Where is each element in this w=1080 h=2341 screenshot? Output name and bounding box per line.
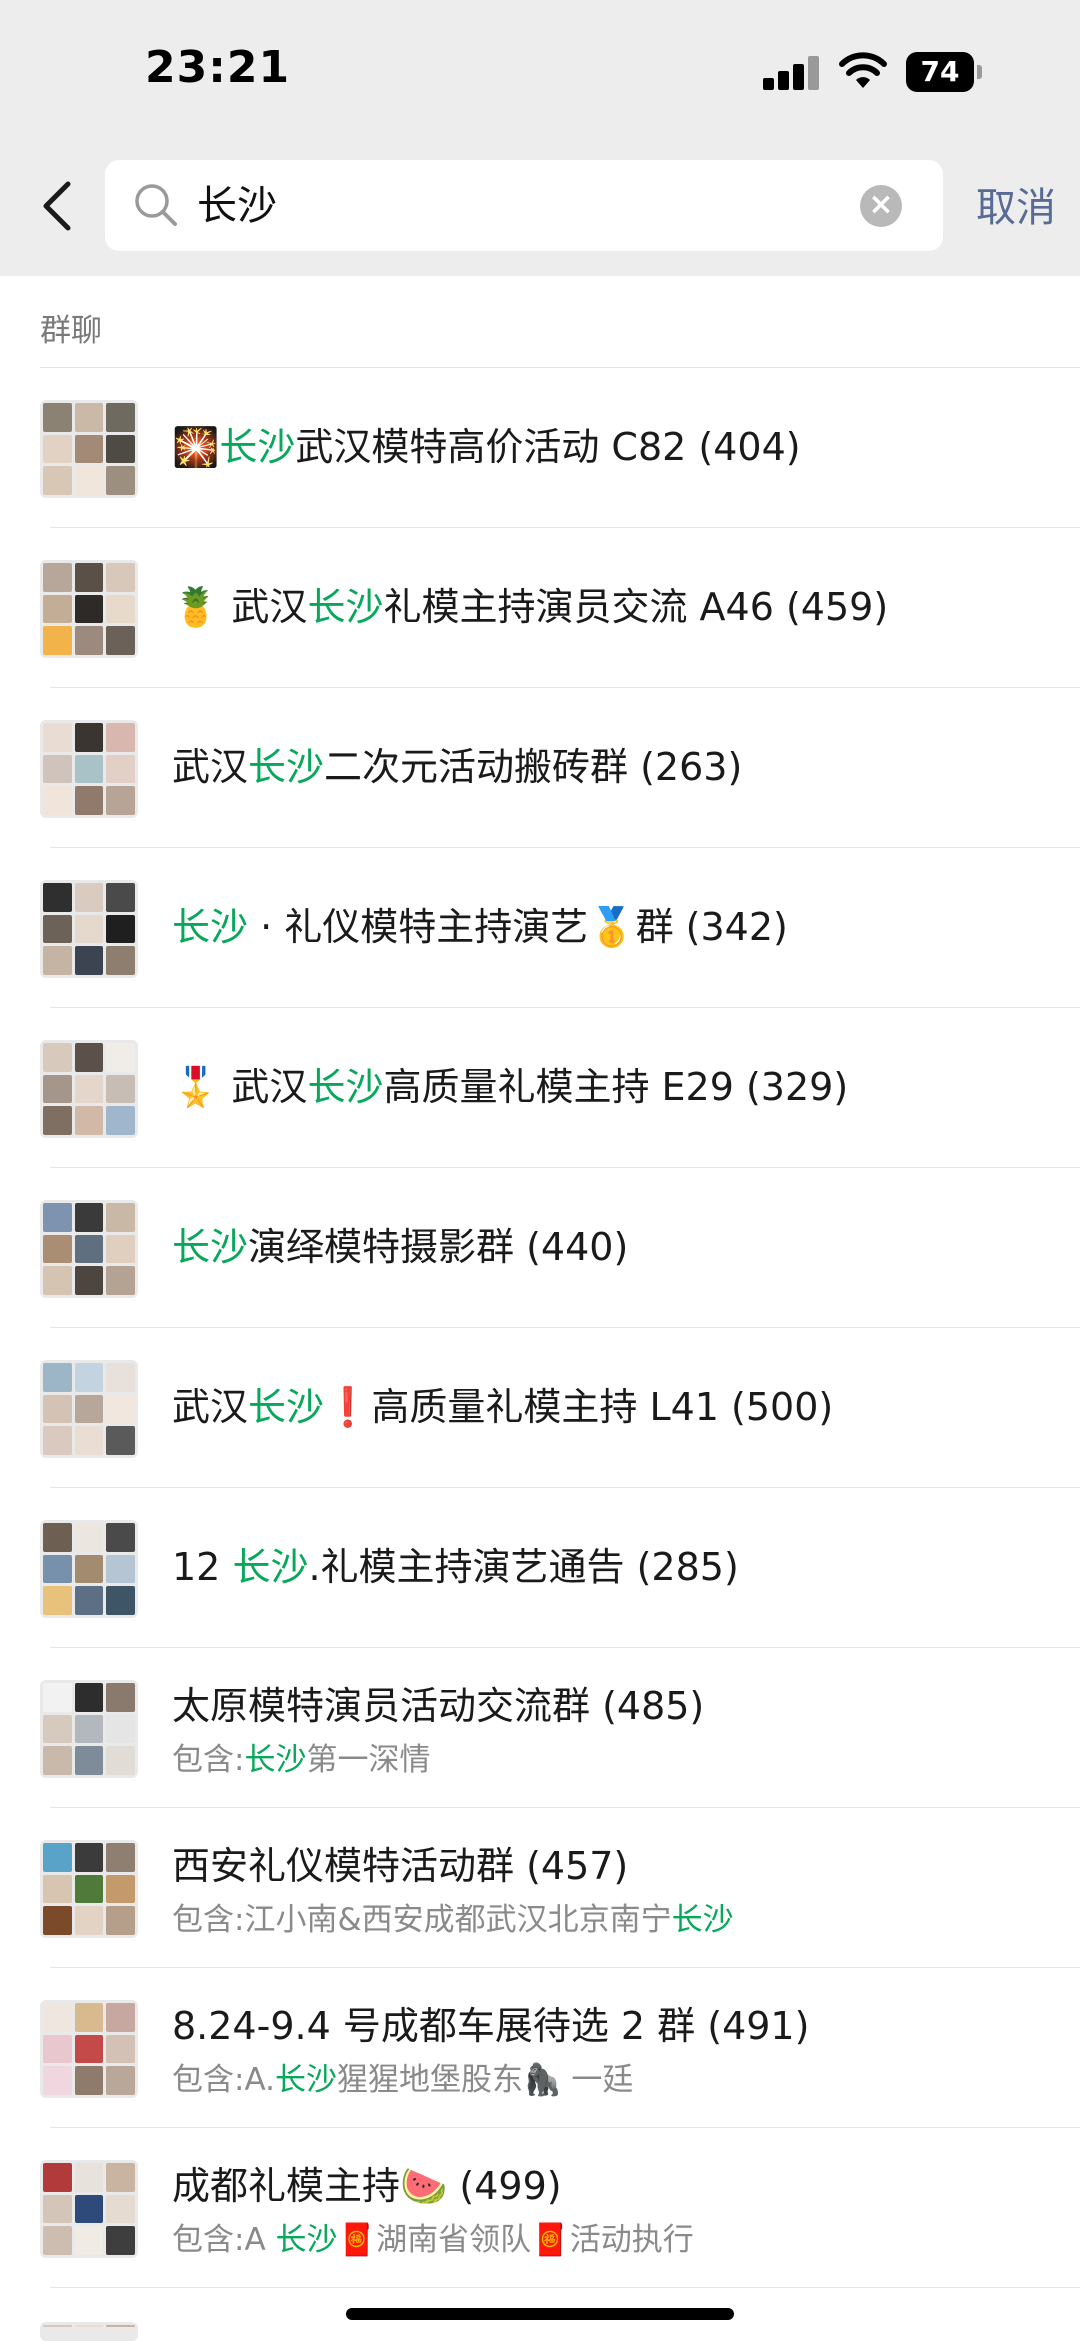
red-envelope-emoji: 🧧 [531, 2222, 570, 2258]
wifi-icon [839, 52, 887, 88]
sparkler-emoji: 🎇 [172, 425, 220, 469]
group-title: 🎇长沙武汉模特高价活动 C82 (404) [172, 425, 801, 469]
group-avatar [40, 880, 138, 978]
gorilla-emoji: 🦍 [522, 2062, 562, 2098]
group-title: 西安礼仪模特活动群 (457) [172, 1844, 629, 1888]
group-avatar [40, 1040, 138, 1138]
group-title: 长沙演绎模特摄影群 (440) [172, 1225, 629, 1269]
group-chat-row[interactable]: 12 长沙.礼模主持演艺通告 (285) [0, 1488, 1080, 1648]
divider [50, 2287, 1080, 2288]
battery-icon: 74 [906, 52, 982, 92]
watermelon-emoji: 🍉 [400, 2164, 448, 2208]
cellular-signal-icon [763, 56, 821, 90]
top-bar: 23:21 74 长沙 × 取消 [0, 0, 1080, 276]
pineapple-emoji: 🍍 [172, 585, 220, 629]
group-avatar [40, 2322, 138, 2341]
group-chat-row[interactable]: 🎖️ 武汉长沙高质量礼模主持 E29 (329) [0, 1008, 1080, 1168]
status-time: 23:21 [145, 42, 291, 93]
cancel-button[interactable]: 取消 [976, 182, 1056, 234]
group-chat-row[interactable]: 🍍 武汉长沙礼模主持演员交流 A46 (459) [0, 528, 1080, 688]
group-chat-row[interactable]: 太原模特演员活动交流群 (485) 包含:长沙第一深情 [0, 1648, 1080, 1808]
group-match-subtitle: 包含:A.长沙猩猩地堡股东🦍 一廷 [172, 2062, 634, 2098]
search-input[interactable]: 长沙 × [105, 160, 943, 251]
group-chat-row[interactable]: 成都礼模主持🍉 (499) 包含:A 长沙🧧湖南省领队🧧活动执行 [0, 2128, 1080, 2288]
group-chat-row[interactable]: 长沙 · 礼仪模特主持演艺🥇群 (342) [0, 848, 1080, 1008]
group-avatar [40, 1200, 138, 1298]
group-avatar [40, 560, 138, 658]
exclamation-emoji: ❗ [324, 1385, 372, 1429]
clear-search-icon[interactable]: × [860, 185, 902, 227]
group-avatar [40, 1360, 138, 1458]
military-medal-emoji: 🎖️ [172, 1065, 220, 1109]
group-chat-row[interactable]: 🎇长沙武汉模特高价活动 C82 (404) [0, 368, 1080, 528]
group-match-subtitle: 包含:江小南&西安成都武汉北京南宁长沙 [172, 1902, 734, 1938]
group-avatar [40, 1840, 138, 1938]
group-title: 成都礼模主持🍉 (499) [172, 2164, 562, 2208]
group-title: 太原模特演员活动交流群 (485) [172, 1684, 705, 1728]
group-title: 12 长沙.礼模主持演艺通告 (285) [172, 1545, 739, 1589]
group-chat-row[interactable]: 西安礼仪模特活动群 (457) 包含:江小南&西安成都武汉北京南宁长沙 [0, 1808, 1080, 1968]
group-avatar [40, 720, 138, 818]
group-title: 武汉长沙❗高质量礼模主持 L41 (500) [172, 1385, 834, 1429]
group-avatar [40, 2000, 138, 2098]
red-envelope-emoji: 🧧 [337, 2222, 377, 2258]
group-chat-row[interactable]: 8.24-9.4 号成都车展待选 2 群 (491) 包含:A.长沙猩猩地堡股东… [0, 1968, 1080, 2128]
group-avatar [40, 1680, 138, 1778]
group-title: 长沙 · 礼仪模特主持演艺🥇群 (342) [172, 905, 788, 949]
group-title: 8.24-9.4 号成都车展待选 2 群 (491) [172, 2004, 810, 2048]
search-query: 长沙 [197, 183, 277, 229]
battery-level: 74 [906, 52, 974, 92]
group-avatar [40, 400, 138, 498]
group-match-subtitle: 包含:A 长沙🧧湖南省领队🧧活动执行 [172, 2222, 694, 2258]
gold-medal-emoji: 🥇 [588, 905, 636, 949]
group-title: 🍍 武汉长沙礼模主持演员交流 A46 (459) [172, 585, 889, 629]
group-chat-row[interactable]: 武汉长沙二次元活动搬砖群 (263) [0, 688, 1080, 848]
back-chevron-icon[interactable] [38, 178, 78, 234]
home-indicator[interactable] [346, 2308, 734, 2320]
search-icon [135, 184, 177, 226]
group-chat-row[interactable]: 武汉长沙❗高质量礼模主持 L41 (500) [0, 1328, 1080, 1488]
group-title: 武汉长沙二次元活动搬砖群 (263) [172, 745, 743, 789]
group-avatar [40, 1520, 138, 1618]
group-match-subtitle: 包含:长沙第一深情 [172, 1742, 431, 1778]
group-chat-row[interactable]: 长沙演绎模特摄影群 (440) [0, 1168, 1080, 1328]
section-title-group-chats: 群聊 [40, 313, 102, 349]
group-avatar [40, 2160, 138, 2258]
group-title: 🎖️ 武汉长沙高质量礼模主持 E29 (329) [172, 1065, 849, 1109]
